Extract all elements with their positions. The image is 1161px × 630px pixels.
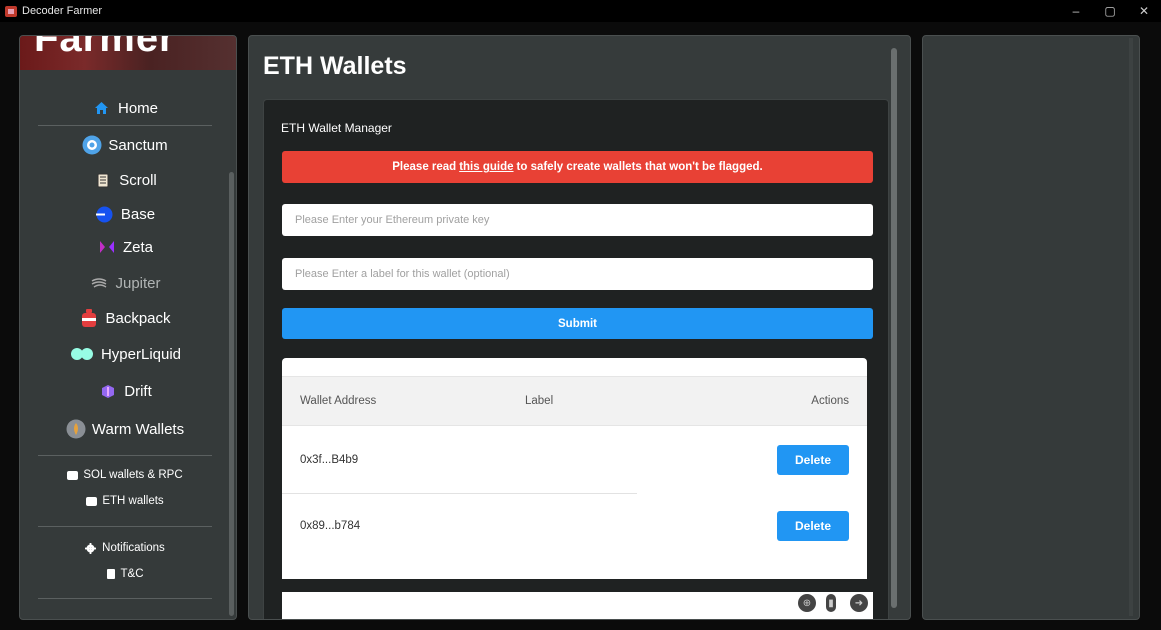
sidebar-item-jupiter[interactable]: Jupiter — [20, 273, 230, 293]
submit-button[interactable]: Submit — [282, 308, 873, 339]
app-icon — [5, 5, 17, 17]
column-header-label: Label — [525, 395, 554, 407]
base-icon — [95, 204, 115, 224]
sidebar-item-label: Scroll — [119, 171, 157, 189]
sidebar-scrollbar[interactable] — [229, 172, 234, 616]
sidebar-item-notifications[interactable]: Notifications — [20, 541, 230, 555]
column-header-address: Wallet Address — [300, 395, 377, 407]
sidebar-item-label: Warm Wallets — [91, 420, 185, 438]
wallet-address-cell: 0x3f...B4b9 — [300, 454, 359, 466]
minimize-button[interactable]: – — [1059, 0, 1093, 22]
sidebar-item-home[interactable]: Home — [20, 98, 230, 118]
sidebar-item-sol-wallets[interactable]: SOL wallets & RPC — [20, 468, 230, 482]
sidebar-item-scroll[interactable]: Scroll — [20, 170, 230, 190]
sidebar-item-label: HyperLiquid — [100, 345, 182, 363]
gear-icon — [85, 542, 97, 554]
sidebar-item-label: Sanctum — [108, 136, 168, 154]
wallet-address-cell: 0x89...b784 — [300, 520, 361, 532]
page-title: ETH Wallets — [263, 52, 407, 80]
sidebar-item-label: Notifications — [102, 542, 165, 554]
wallet-icon — [67, 470, 79, 480]
sidebar-item-label: Home — [117, 99, 158, 117]
warning-alert: Please read this guide to safely create … — [282, 151, 873, 183]
sidebar-divider — [38, 526, 212, 527]
sidebar-item-label: ETH wallets — [102, 495, 164, 507]
window-controls: – ▢ ✕ — [1059, 0, 1161, 22]
title-bar: Decoder Farmer – ▢ ✕ — [0, 0, 1161, 22]
sidebar-item-label: Backpack — [105, 309, 171, 327]
table-row: 0x89...b784 Delete — [282, 494, 867, 562]
window-title: Decoder Farmer — [22, 5, 103, 17]
sidebar-item-zeta[interactable]: Zeta — [20, 237, 230, 257]
sidebar-item-label: Zeta — [122, 238, 153, 256]
wallet-manager-card: ETH Wallet Manager Please read this guid… — [263, 99, 889, 619]
backpack-icon — [79, 308, 99, 328]
warm-wallets-icon — [66, 419, 86, 439]
table-header: Wallet Address Label Actions — [282, 376, 867, 426]
sidebar-item-warm-wallets[interactable]: Warm Wallets — [20, 418, 230, 440]
sidebar-divider — [38, 125, 212, 126]
card-title: ETH Wallet Manager — [281, 121, 392, 135]
delete-button[interactable]: Delete — [777, 445, 849, 475]
wallet-icon — [86, 496, 98, 506]
private-key-input[interactable] — [282, 204, 873, 236]
home-icon — [92, 98, 112, 118]
sidebar-item-terms[interactable]: T&C — [20, 567, 230, 581]
banner-logo-text: Farmer — [34, 36, 176, 60]
zoom-in-icon[interactable]: ⊕ — [798, 594, 816, 612]
sidebar: Farmer Home Sanctum Scroll Base Zeta Jup… — [19, 35, 237, 620]
zeta-icon — [97, 237, 117, 257]
sidebar-item-label: T&C — [120, 568, 144, 580]
sidebar-divider — [38, 598, 212, 599]
document-icon — [106, 569, 115, 579]
wallet-table: Wallet Address Label Actions 0x3f...B4b9… — [282, 358, 867, 579]
sidebar-item-label: Base — [120, 205, 156, 223]
right-panel-scrollbar[interactable] — [1129, 38, 1133, 616]
sidebar-item-sanctum[interactable]: Sanctum — [20, 134, 230, 156]
sanctum-icon — [82, 135, 102, 155]
close-button[interactable]: ✕ — [1127, 0, 1161, 22]
alert-text-after: to safely create wallets that won't be f… — [516, 161, 763, 173]
wallet-label-input[interactable] — [282, 258, 873, 290]
column-header-actions: Actions — [811, 395, 849, 407]
right-panel — [922, 35, 1140, 620]
sidebar-item-base[interactable]: Base — [20, 204, 230, 224]
scroll-icon — [93, 170, 113, 190]
sidebar-item-backpack[interactable]: Backpack — [20, 308, 230, 328]
hyperliquid-icon — [69, 344, 95, 364]
pause-icon[interactable]: ▮ — [826, 594, 836, 612]
drift-icon — [98, 381, 118, 401]
sidebar-item-hyperliquid[interactable]: HyperLiquid — [20, 344, 230, 364]
main-scrollbar[interactable] — [891, 48, 897, 608]
guide-link[interactable]: this guide — [459, 161, 513, 173]
jupiter-icon — [89, 273, 109, 293]
sidebar-item-label: SOL wallets & RPC — [83, 469, 183, 481]
horizontal-scroll-area[interactable] — [282, 592, 873, 619]
sidebar-item-eth-wallets[interactable]: ETH wallets — [20, 494, 230, 508]
main-panel: ETH Wallets ETH Wallet Manager Please re… — [248, 35, 911, 620]
delete-button[interactable]: Delete — [777, 511, 849, 541]
restore-button[interactable]: ▢ — [1093, 0, 1127, 22]
table-scrollbar[interactable] — [867, 358, 873, 579]
sidebar-item-label: Drift — [124, 382, 152, 400]
sidebar-item-label: Jupiter — [115, 274, 161, 292]
alert-text-before: Please read — [392, 161, 457, 173]
table-row: 0x3f...B4b9 Delete — [282, 426, 867, 494]
next-icon[interactable]: ➜ — [850, 594, 868, 612]
sidebar-item-drift[interactable]: Drift — [20, 381, 230, 401]
sidebar-divider — [38, 455, 212, 456]
sidebar-banner: Farmer — [20, 36, 236, 70]
